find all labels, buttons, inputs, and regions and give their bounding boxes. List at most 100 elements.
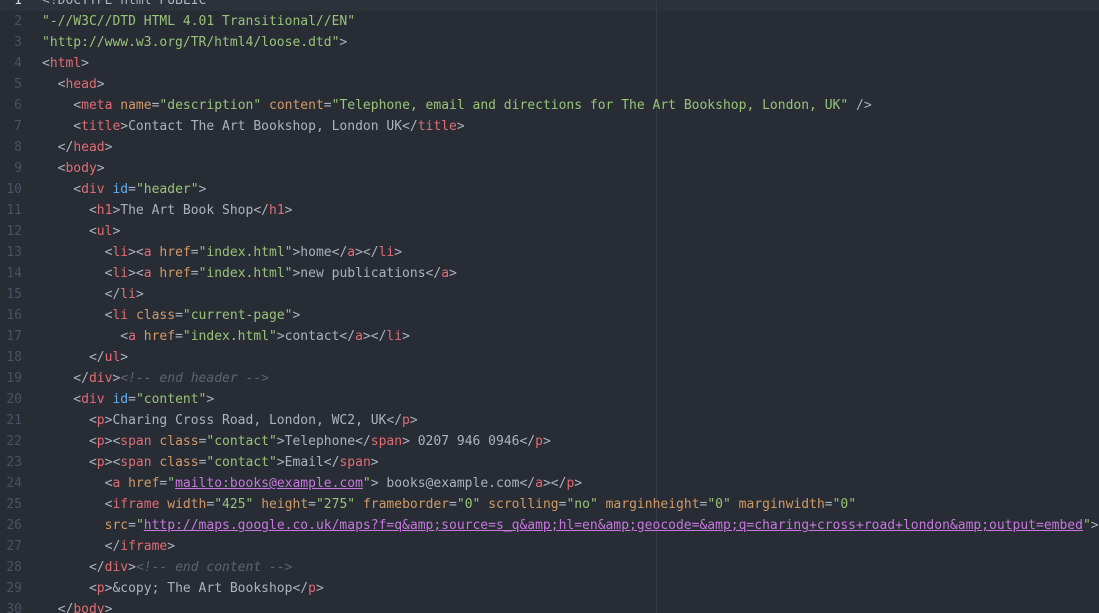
code-token: < [42,413,97,428]
code-line[interactable]: src="http://maps.google.co.uk/maps?f=q&a… [42,515,1099,536]
code-line[interactable]: <h1>The Art Book Shop</h1> [42,200,293,221]
code-line[interactable]: </ul> [42,347,128,368]
code-line[interactable]: </div><!-- end header --> [42,368,269,389]
code-line[interactable]: <body> [42,158,105,179]
code-token: < [42,182,82,197]
code-token: div [104,560,129,575]
code-token: title [81,119,121,134]
code-token: </ [42,539,121,554]
line-number[interactable]: 24 [0,473,22,494]
code-token: > [81,56,89,71]
line-number[interactable]: 21 [0,410,22,431]
code-line[interactable]: <head> [42,74,105,95]
code-token: >Charing Cross Road, London, WC2, UK</ [104,413,403,428]
code-line[interactable]: <p><span class="contact">Telephone</span… [42,431,551,452]
line-number[interactable]: 26 [0,515,22,536]
line-number[interactable]: 1 [0,0,22,11]
line-number[interactable]: 15 [0,284,22,305]
code-token: = [824,497,833,512]
code-token: ></ [362,329,387,344]
code-token: li [120,287,136,302]
code-token: class [135,308,176,323]
line-number[interactable]: 16 [0,305,22,326]
code-line[interactable]: </body> [42,599,113,613]
line-number[interactable]: 25 [0,494,22,515]
code-token: > [104,140,113,155]
line-number[interactable]: 9 [0,158,22,179]
code-line[interactable]: "http://www.w3.org/TR/html4/loose.dtd"> [42,32,347,53]
code-line[interactable]: </li> [42,284,144,305]
code-line[interactable]: <li><a href="index.html">home</a></li> [42,242,402,263]
code-token: h1 [269,203,285,218]
code-line[interactable]: <!DOCTYPE html PUBLIC [42,0,206,11]
code-line[interactable]: <div id="header"> [42,179,206,200]
line-number[interactable]: 11 [0,200,22,221]
code-line[interactable]: <title>Contact The Art Bookshop, London … [42,116,465,137]
code-token: > [370,455,379,470]
code-token: <!DOCTYPE html PUBLIC [42,0,207,8]
code-token: > 0207 946 0946</ [402,434,536,449]
code-token: ></ [355,245,379,260]
line-number[interactable]: 8 [0,137,22,158]
line-number[interactable]: 18 [0,347,22,368]
line-number[interactable]: 27 [0,536,22,557]
code-link[interactable]: mailto:books@example.com [175,476,363,491]
line-number[interactable]: 22 [0,431,22,452]
code-line[interactable]: <a href="index.html">contact</a></li> [42,326,410,347]
code-line[interactable]: <html> [42,53,89,74]
code-line[interactable]: <a href="mailto:books@example.com"> book… [42,473,582,494]
code-token: >home</ [292,245,348,260]
line-number[interactable]: 17 [0,326,22,347]
code-token: < [42,434,97,449]
line-number[interactable]: 23 [0,452,22,473]
code-line[interactable]: <div id="content"> [42,389,214,410]
code-token: > [456,119,465,134]
line-number[interactable]: 20 [0,389,22,410]
code-line[interactable]: </head> [42,137,113,158]
code-token: body [65,161,97,176]
line-number[interactable]: 2 [0,11,22,32]
code-token: > [1090,518,1099,533]
line-number[interactable]: 29 [0,578,22,599]
code-line[interactable]: <ul> [42,221,120,242]
code-token: a [143,266,152,281]
code-token: " [1082,518,1091,533]
line-number[interactable]: 3 [0,32,22,53]
code-token: frameborder [362,497,450,512]
code-line[interactable]: <p>Charing Cross Road, London, WC2, UK</… [42,410,418,431]
line-number[interactable]: 19 [0,368,22,389]
code-line[interactable]: "-//W3C//DTD HTML 4.01 Transitional//EN" [42,11,355,32]
code-line[interactable]: <li class="current-page"> [42,305,301,326]
line-number[interactable]: 13 [0,242,22,263]
line-number[interactable]: 6 [0,95,22,116]
code-editor[interactable]: 1 2 3 4 5 6 7 8 9 10 11 12 13 14 15 16 17 18 19 20 21 22 23 24 2… [0,0,1099,613]
code-token: </ [42,560,105,575]
code-token: < [42,308,113,323]
code-token: meta [81,98,113,113]
line-number[interactable]: 30 [0,599,22,613]
code-line[interactable]: </div><!-- end content --> [42,557,293,578]
code-token: " [167,476,176,491]
code-token: head [73,140,105,155]
code-line[interactable]: <iframe width="425" height="275" framebo… [42,494,856,515]
code-line[interactable]: <li><a href="index.html">new publication… [42,263,457,284]
line-number[interactable]: 14 [0,263,22,284]
code-token: id [112,182,129,197]
code-link[interactable]: http://maps.google.co.uk/maps?f=q&amp;so… [144,518,1083,533]
code-line[interactable]: <p>&copy; The Art Bookshop</p> [42,578,324,599]
line-number[interactable]: 4 [0,53,22,74]
code-line[interactable]: <meta name="description" content="Teleph… [42,95,871,116]
line-number[interactable]: 10 [0,179,22,200]
code-token: "0" [707,497,731,512]
line-number[interactable]: 28 [0,557,22,578]
line-number[interactable]: 7 [0,116,22,137]
code-line[interactable]: </iframe> [42,536,175,557]
code-token: div [81,392,105,407]
code-line[interactable]: <p><span class="contact">Email</span> [42,452,379,473]
line-number[interactable]: 12 [0,221,22,242]
line-number[interactable]: 5 [0,74,22,95]
